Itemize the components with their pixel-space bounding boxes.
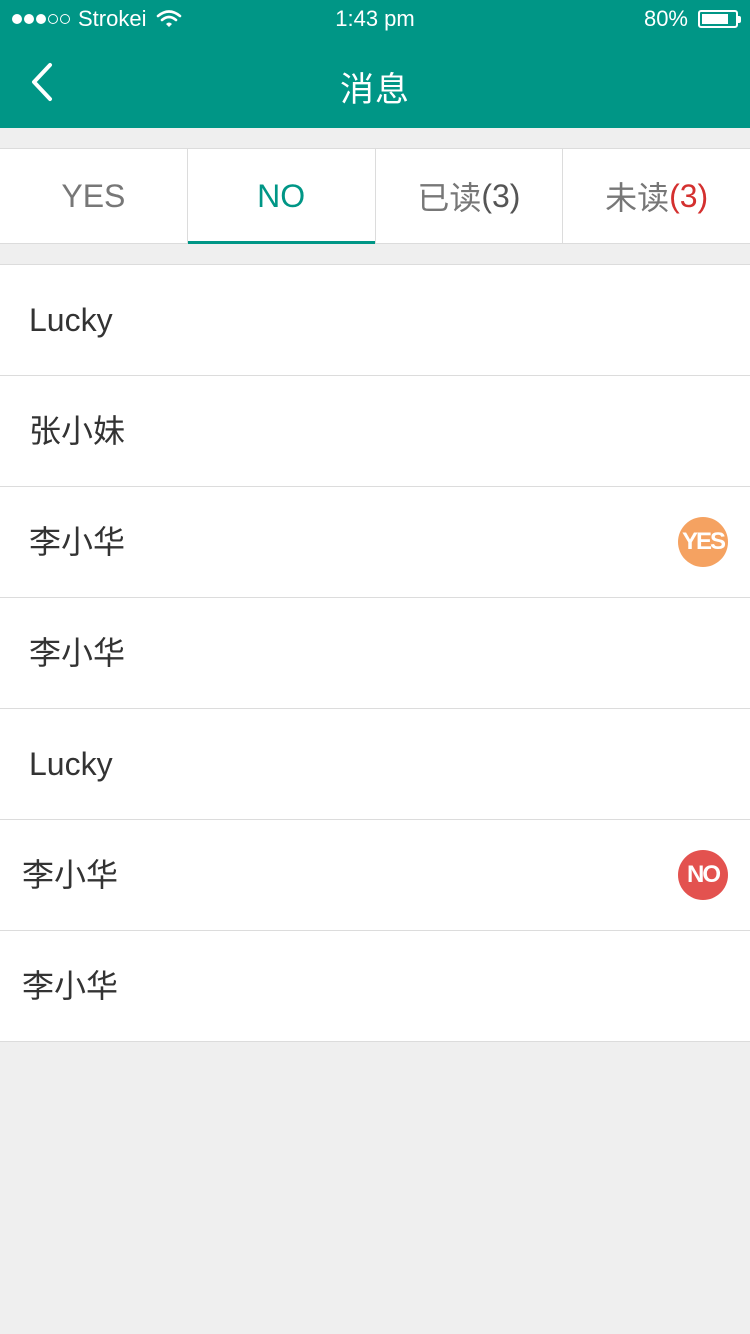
tab-label: YES [61,177,126,214]
tab-label: 未读 [605,180,670,216]
tab-unread[interactable]: 未读 (3) [563,149,750,243]
list-item[interactable]: 李小华 [0,598,750,709]
status-right: 80% [643,6,741,32]
list-item[interactable]: Lucky [0,709,750,820]
yes-badge: YES [678,517,728,567]
list-item-name: Lucky [29,746,113,782]
list-item-name: 李小华 [22,968,119,1004]
tab-label: NO [257,177,306,214]
battery-fill [702,14,728,24]
tab-read[interactable]: 已读 (3) [376,149,564,243]
tab-label: 已读 [417,180,482,216]
tab-bar: YES NO 已读 (3) 未读 (3) [0,148,750,244]
no-badge: NO [678,850,728,900]
battery-icon [698,10,741,28]
status-time: 1:43 pm [335,6,415,31]
battery-percent: 80% [643,6,688,31]
page-title: 消息 [340,71,410,109]
list-item-name: 张小妹 [29,413,126,449]
tab-count: (3) [481,177,521,214]
list-item[interactable]: 李小华 [0,931,750,1042]
list-item[interactable]: 李小华 YES [0,487,750,598]
list-item[interactable]: Lucky [0,265,750,376]
nav-bar: 消息 [0,40,750,128]
status-bar: Strokei 1:43 pm 80% [0,0,750,38]
tab-no[interactable]: NO [187,149,376,244]
message-list: Lucky 张小妹 李小华 YES 李小华 Lucky 李小华 NO 李小华 [0,264,750,1042]
app-header: Strokei 1:43 pm 80% 消息 [0,0,750,128]
list-item-name: 李小华 [29,635,126,671]
list-item[interactable]: 李小华 NO [0,820,750,931]
list-item-name: 李小华 [29,524,126,560]
tab-yes[interactable]: YES [0,149,188,243]
list-item-name: Lucky [29,302,113,338]
list-item-name: 李小华 [22,857,119,893]
tab-count: (3) [669,177,709,214]
list-item[interactable]: 张小妹 [0,376,750,487]
